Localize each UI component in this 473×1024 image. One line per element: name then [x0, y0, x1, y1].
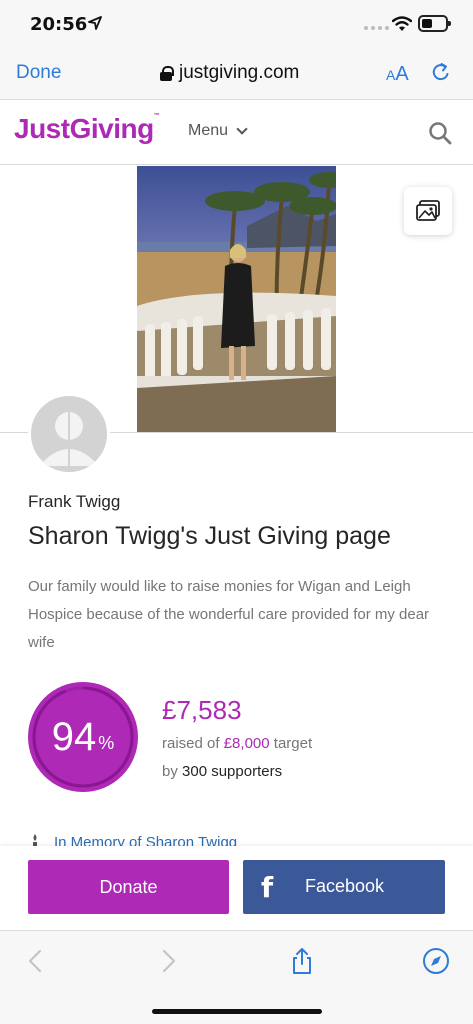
status-bar: 20:56 [0, 0, 473, 50]
menu-button[interactable]: Menu [188, 122, 248, 140]
address-bar[interactable]: justgiving.com [160, 62, 299, 84]
avatar-icon [39, 396, 99, 472]
lock-icon [160, 66, 174, 81]
facebook-share-button[interactable]: f Facebook [243, 860, 445, 914]
story-text: Our family would like to raise monies fo… [28, 578, 430, 651]
forward-icon[interactable] [154, 947, 182, 975]
facebook-icon: f [261, 871, 274, 904]
url-text: justgiving.com [179, 62, 300, 83]
back-icon[interactable] [22, 947, 50, 975]
facebook-label: Facebook [305, 876, 385, 896]
cover-photo[interactable] [137, 166, 336, 432]
wifi-icon [392, 16, 412, 31]
supporter-count: 300 supporters [182, 763, 283, 780]
target-line: raised of £8,000 target [162, 735, 313, 752]
share-icon[interactable] [288, 947, 316, 975]
done-button[interactable]: Done [16, 62, 61, 84]
amount-raised: £7,583 [162, 695, 242, 725]
gallery-button[interactable] [404, 187, 452, 235]
supporters-line: by 300 supporters [162, 763, 283, 780]
battery-icon [418, 15, 451, 32]
browser-toolbar: Done justgiving.com AA [0, 50, 473, 100]
action-bar: Donate f Facebook [0, 846, 473, 930]
gallery-icon [416, 200, 440, 221]
location-arrow-icon [88, 16, 102, 30]
reload-icon[interactable] [430, 61, 452, 83]
page-title: Sharon Twigg's Just Giving page [28, 522, 391, 550]
search-icon[interactable] [428, 121, 452, 145]
menu-label: Menu [188, 122, 229, 139]
chevron-down-icon [236, 123, 248, 135]
donate-button[interactable]: Donate [28, 860, 229, 914]
status-time: 20:56 [30, 14, 88, 35]
avatar[interactable] [28, 393, 110, 475]
site-header: JustGiving™ Menu [0, 101, 473, 165]
target-amount: £8,000 [223, 735, 270, 752]
text-size-button[interactable]: AA [386, 63, 409, 86]
home-indicator[interactable] [152, 1009, 322, 1014]
compass-icon[interactable] [422, 947, 450, 975]
fundraiser-owner[interactable]: Frank Twigg [28, 492, 120, 512]
progress-percent: 94 % [51, 714, 115, 759]
justgiving-logo[interactable]: JustGiving™ [14, 113, 160, 145]
signal-icon [364, 26, 389, 30]
